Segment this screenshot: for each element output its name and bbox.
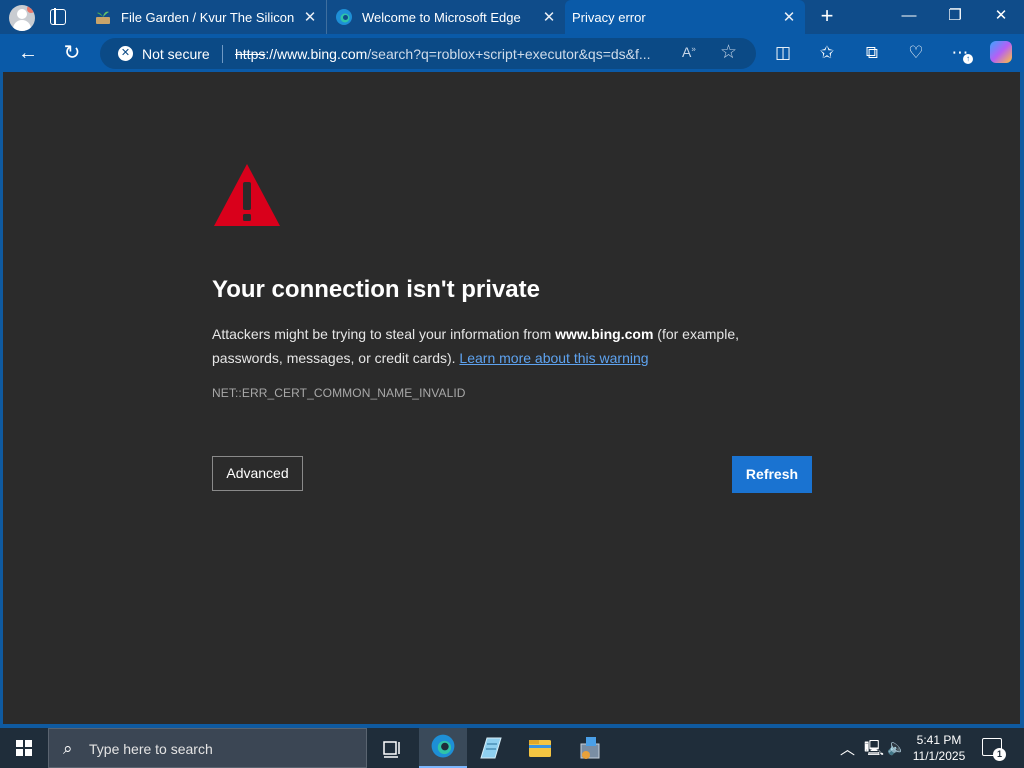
tab-title: File Garden / Kvur The Silicon	[121, 9, 295, 25]
search-placeholder: Type here to search	[89, 741, 213, 757]
installer-taskbar-icon[interactable]	[566, 728, 614, 768]
url-host: ://www.bing.com	[265, 46, 368, 62]
show-hidden-icons-chevron-icon[interactable]: ︿	[840, 738, 855, 759]
url-path: /search?q=roblox+script+executor&qs=ds&f…	[367, 46, 651, 62]
tab-title: Privacy error	[572, 9, 646, 25]
favorite-star-icon[interactable]: ☆	[720, 41, 737, 64]
file-garden-favicon-icon	[96, 11, 110, 24]
tab-welcome-edge[interactable]: Welcome to Microsoft Edge ✕	[326, 0, 565, 34]
favorites-icon[interactable]: ✩	[816, 42, 838, 64]
error-page: Your connection isn't private Attackers …	[3, 72, 1020, 724]
refresh-icon[interactable]: ↻	[58, 40, 86, 66]
divider	[222, 45, 223, 63]
collections-icon[interactable]: ⧉	[861, 42, 883, 64]
edge-taskbar-icon[interactable]	[419, 728, 467, 768]
network-icon[interactable]: 🖳	[864, 738, 884, 763]
windows-start-icon[interactable]	[0, 728, 48, 768]
error-code: NET::ERR_CERT_COMMON_NAME_INVALID	[212, 386, 466, 400]
page-title: Your connection isn't private	[212, 276, 540, 303]
browser-toolbar: ← ↻ ✕ Not secure https://www.bing.com/se…	[0, 34, 1024, 72]
close-tab-icon[interactable]: ✕	[539, 8, 559, 26]
advanced-button[interactable]: Advanced	[212, 456, 303, 491]
file-explorer-icon[interactable]	[516, 728, 564, 768]
maximize-button[interactable]: ❐	[932, 0, 978, 34]
close-tab-icon[interactable]: ✕	[779, 8, 799, 26]
address-bar[interactable]: ✕ Not secure https://www.bing.com/search…	[100, 38, 756, 69]
not-secure-icon[interactable]: ✕	[118, 46, 133, 61]
close-window-button[interactable]: ✕	[978, 0, 1024, 34]
taskbar-search-box[interactable]: ⌕ Type here to search	[48, 728, 367, 768]
tab-actions-icon[interactable]	[50, 8, 66, 25]
read-aloud-icon[interactable]: A»	[682, 44, 696, 60]
taskbar: ⌕ Type here to search ︿ 🖳 🔈 5:41 PM 11/1…	[0, 728, 1024, 768]
search-icon: ⌕	[63, 739, 73, 758]
refresh-button[interactable]: Refresh	[732, 456, 812, 493]
browser-essentials-icon[interactable]: ♡	[905, 42, 927, 64]
system-clock[interactable]: 5:41 PM 11/1/2025	[908, 732, 970, 764]
security-label[interactable]: Not secure	[142, 46, 210, 62]
profile-avatar[interactable]	[9, 5, 35, 31]
back-icon[interactable]: ←	[14, 40, 42, 66]
minimize-button[interactable]: —	[886, 0, 932, 34]
volume-muted-icon[interactable]: 🔈	[887, 738, 906, 756]
learn-more-link[interactable]: Learn more about this warning	[459, 350, 648, 366]
tab-file-garden[interactable]: File Garden / Kvur The Silicon ✕	[86, 0, 326, 34]
tab-privacy-error[interactable]: Privacy error ✕	[565, 0, 805, 34]
url-scheme: https	[235, 46, 266, 62]
url-text[interactable]: https://www.bing.com/search?q=roblox+scr…	[235, 46, 665, 62]
warning-message: Attackers might be trying to steal your …	[212, 322, 772, 370]
notification-count-badge: 1	[993, 748, 1006, 761]
message-text: Attackers might be trying to steal your …	[212, 326, 556, 342]
edge-favicon-icon	[336, 9, 352, 25]
split-screen-icon[interactable]: ◫	[772, 42, 794, 64]
clock-date: 11/1/2025	[912, 749, 966, 763]
update-badge-icon: ↑	[963, 54, 973, 64]
clock-time: 5:41 PM	[916, 733, 962, 747]
title-bar: File Garden / Kvur The Silicon ✕ Welcome…	[0, 0, 1024, 34]
tab-title: Welcome to Microsoft Edge	[362, 9, 521, 25]
close-tab-icon[interactable]: ✕	[300, 8, 320, 26]
notepad-taskbar-icon[interactable]	[467, 728, 515, 768]
task-view-icon[interactable]	[368, 728, 416, 768]
new-tab-button[interactable]: +	[816, 5, 838, 27]
message-host: www.bing.com	[555, 326, 654, 342]
copilot-icon[interactable]	[990, 41, 1012, 63]
warning-triangle-icon	[214, 164, 280, 226]
